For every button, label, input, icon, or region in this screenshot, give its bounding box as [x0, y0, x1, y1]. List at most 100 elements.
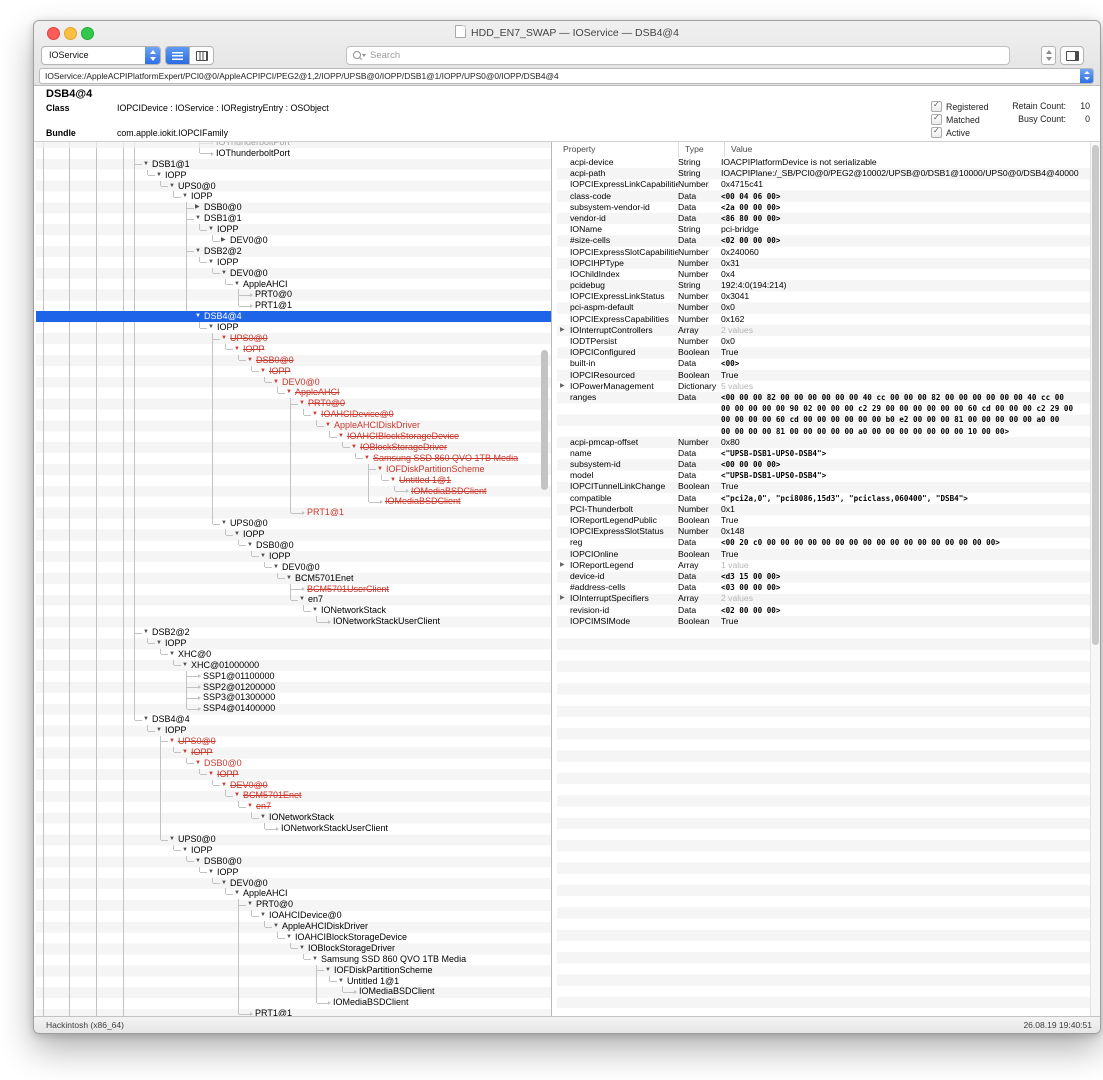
tree-row[interactable]: ▼ en7: [36, 594, 551, 606]
disclosure-open-icon[interactable]: ▼: [156, 638, 162, 649]
disclosure-open-icon[interactable]: ▼: [234, 279, 240, 290]
disclosure-open-icon[interactable]: ▼: [169, 649, 175, 660]
disclosure-open-icon[interactable]: ▼: [338, 431, 344, 442]
list-view-button[interactable]: [166, 47, 189, 64]
tree-row[interactable]: ▼ UPS0@0: [36, 735, 551, 747]
disclosure-open-icon[interactable]: ▼: [143, 714, 149, 725]
column-view-button[interactable]: [189, 47, 213, 64]
tree-row[interactable]: ▼ IOFDiskPartitionScheme: [36, 964, 551, 976]
tree-row[interactable]: ▼ DEV0@0: [36, 877, 551, 889]
property-row[interactable]: compatible Data <"pci2a,0", "pci8086,15d3"…: [557, 493, 1100, 504]
disclosure-open-icon[interactable]: ▼: [234, 344, 240, 355]
disclosure-open-icon[interactable]: ▼: [299, 398, 305, 409]
disclosure-open-icon[interactable]: ▼: [169, 736, 175, 747]
property-row[interactable]: model Data <"UPSB-DSB1-UPS0-DSB4">: [557, 470, 1100, 481]
disclosure-open-icon[interactable]: ▼: [286, 932, 292, 943]
property-row[interactable]: vendor-id Data <86 80 00 00>: [557, 213, 1100, 224]
tree-row[interactable]: BCM5701UserClient: [36, 583, 551, 595]
disclosure-open-icon[interactable]: ▼: [390, 475, 396, 486]
tree-row[interactable]: ▼ PRT0@0: [36, 899, 551, 911]
tree-row[interactable]: ▼ IONetworkStack: [36, 812, 551, 824]
disclosure-open-icon[interactable]: ▼: [286, 573, 292, 584]
property-row[interactable]: built-in Data <00>: [557, 358, 1100, 369]
tree-row[interactable]: ▼ IOPP: [36, 322, 551, 334]
disclosure-open-icon[interactable]: ▼: [169, 181, 175, 192]
path-stepper-button[interactable]: [1080, 68, 1093, 83]
tree-row[interactable]: ▼ BCM5701Enet: [36, 572, 551, 584]
property-row[interactable]: IOPCIHPType Number 0x31: [557, 258, 1100, 269]
tree-row[interactable]: ▼ IOPP: [36, 191, 551, 203]
tree-row[interactable]: ▼ DSB2@2: [36, 245, 551, 257]
property-row[interactable]: IOPCIOnline Boolean True: [557, 549, 1100, 560]
property-scrollbar-thumb[interactable]: [1092, 145, 1099, 645]
tree-row[interactable]: ▼ IOPP: [36, 224, 551, 236]
tree-row[interactable]: IOMediaBSDClient: [36, 997, 551, 1009]
disclosure-open-icon[interactable]: ▼: [221, 518, 227, 529]
tree-row[interactable]: IONetworkStackUserClient: [36, 616, 551, 628]
tree-row[interactable]: IOMediaBSDClient: [36, 986, 551, 998]
property-row[interactable]: IOPCIResourced Boolean True: [557, 370, 1100, 381]
disclosure-open-icon[interactable]: ▼: [286, 387, 292, 398]
tree-row[interactable]: ▼ IOPP: [36, 746, 551, 758]
tree-row[interactable]: IOMediaBSDClient: [36, 496, 551, 508]
tree-row[interactable]: PRT0@0: [36, 289, 551, 301]
tree-row[interactable]: ▼ IOPP: [36, 844, 551, 856]
property-row[interactable]: IOPCITunnelLinkChange Boolean True: [557, 481, 1100, 492]
disclosure-open-icon[interactable]: ▼: [195, 758, 201, 769]
tree-row[interactable]: ▶ DSB0@0: [36, 202, 551, 214]
property-scrollbar-track[interactable]: [1090, 142, 1100, 1017]
tree-row[interactable]: ▼ DEV0@0: [36, 267, 551, 279]
tree-row[interactable]: ▼ DSB0@0: [36, 539, 551, 551]
disclosure-closed-icon[interactable]: ▶: [560, 560, 565, 571]
disclosure-open-icon[interactable]: ▼: [260, 812, 266, 823]
disclosure-open-icon[interactable]: ▼: [182, 660, 188, 671]
property-row[interactable]: ranges Data <00 00 00 82 00 00 00 00 00 00…: [557, 392, 1100, 437]
path-field[interactable]: IOService:/AppleACPIPlatformExpert/PCI0@…: [39, 67, 1094, 84]
property-row[interactable]: ▶ IOPowerManagement Dictionary 5 values: [557, 381, 1100, 392]
disclosure-open-icon[interactable]: ▼: [377, 464, 383, 475]
property-row[interactable]: ▶ IOReportLegend Array 1 value: [557, 560, 1100, 571]
disclosure-open-icon[interactable]: ▼: [208, 257, 214, 268]
disclosure-open-icon[interactable]: ▼: [182, 747, 188, 758]
tree-row[interactable]: ▼ UPS0@0: [36, 518, 551, 530]
property-row[interactable]: class-code Data <00 04 06 00>: [557, 191, 1100, 202]
disclosure-open-icon[interactable]: ▼: [221, 268, 227, 279]
property-row[interactable]: pcidebug String 192:4:0(194:214): [557, 280, 1100, 291]
property-row[interactable]: subsystem-vendor-id Data <2a 00 00 00>: [557, 202, 1100, 213]
property-row[interactable]: acpi-device String IOACPIPlatformDevice is…: [557, 157, 1100, 168]
tree-row[interactable]: ▼ IOAHCIBlockStorageDevice: [36, 932, 551, 943]
disclosure-open-icon[interactable]: ▼: [364, 453, 370, 464]
tree-row[interactable]: ▼ IOPP: [36, 169, 551, 181]
disclosure-closed-icon[interactable]: ▶: [560, 381, 565, 392]
disclosure-open-icon[interactable]: ▼: [182, 191, 188, 202]
disclosure-open-icon[interactable]: ▼: [325, 420, 331, 431]
tree-row[interactable]: IOMediaBSDClient: [36, 485, 551, 497]
property-row[interactable]: acpi-path String IOACPIPlane:/_SB/PCI0@0/P…: [557, 168, 1100, 179]
titlebar[interactable]: HDD_EN7_SWAP — IOService — DSB4@4: [34, 21, 1100, 43]
disclosure-open-icon[interactable]: ▼: [143, 627, 149, 638]
plane-dropdown[interactable]: IOService: [41, 46, 161, 65]
tree-row[interactable]: PRT1@1: [36, 507, 551, 519]
search-input[interactable]: Search: [346, 46, 1010, 65]
tree-row[interactable]: ▼ IOPP: [36, 256, 551, 268]
disclosure-open-icon[interactable]: ▼: [312, 409, 318, 420]
tree-row[interactable]: ▼ DSB2@2: [36, 627, 551, 638]
property-row[interactable]: IOChildIndex Number 0x4: [557, 269, 1100, 280]
disclosure-open-icon[interactable]: ▼: [273, 377, 279, 388]
disclosure-closed-icon[interactable]: ▶: [560, 593, 565, 604]
disclosure-open-icon[interactable]: ▼: [221, 333, 227, 344]
tree-row[interactable]: ▼ DSB0@0: [36, 855, 551, 867]
tree-row[interactable]: ▼ DEV0@0: [36, 779, 551, 791]
disclosure-open-icon[interactable]: ▼: [156, 725, 162, 736]
tree-row[interactable]: ▼ AppleAHCI: [36, 387, 551, 399]
property-row[interactable]: IOReportLegendPublic Boolean True: [557, 515, 1100, 526]
property-row[interactable]: IOPCIExpressCapabilities Number 0x162: [557, 314, 1100, 325]
tree-row[interactable]: ▼ en7: [36, 801, 551, 813]
disclosure-open-icon[interactable]: ▼: [273, 921, 279, 932]
disclosure-open-icon[interactable]: ▼: [208, 769, 214, 780]
property-row[interactable]: IOPCIExpressSlotStatus Number 0x148: [557, 526, 1100, 537]
disclosure-open-icon[interactable]: ▼: [312, 605, 318, 616]
tree-row[interactable]: ▼ DSB4@4: [36, 714, 551, 726]
tree-row[interactable]: ▼ IOAHCIDevice@0: [36, 409, 551, 421]
tree-row[interactable]: ▼ UPS0@0: [36, 834, 551, 845]
